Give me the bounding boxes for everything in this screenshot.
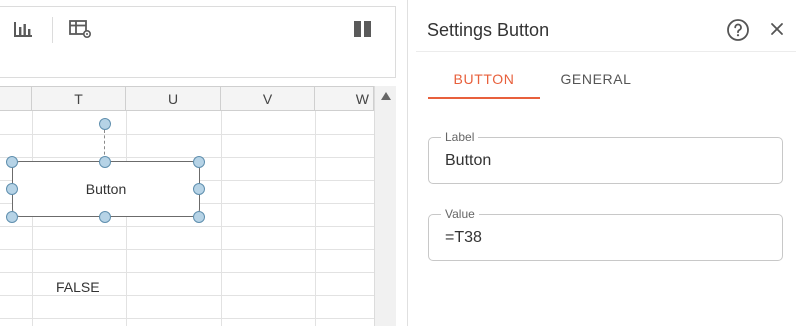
- grid-row-line: [0, 272, 374, 273]
- value-field-legend: Value: [441, 207, 479, 221]
- help-button[interactable]: [726, 18, 750, 42]
- grid-row-line: [0, 134, 374, 135]
- resize-handle-top-right[interactable]: [193, 156, 205, 168]
- scroll-up-arrow[interactable]: [375, 86, 396, 106]
- grid-column-line: [32, 111, 33, 326]
- value-field-value: =T38: [445, 229, 482, 246]
- label-field-legend: Label: [441, 130, 479, 144]
- column-header-s[interactable]: [0, 87, 32, 111]
- rotate-handle[interactable]: [99, 118, 111, 130]
- tab-button[interactable]: BUTTON: [428, 60, 540, 98]
- sheet-toolbar: [0, 6, 396, 52]
- panel-toggle-button[interactable]: [340, 7, 386, 51]
- settings-panel: Settings Button BUTTON GENERAL Label But…: [408, 0, 796, 326]
- active-tab-indicator: [428, 97, 540, 99]
- close-button[interactable]: [766, 18, 788, 40]
- resize-handle-top-left[interactable]: [6, 156, 18, 168]
- help-icon: [727, 19, 749, 41]
- header-divider: [416, 51, 796, 52]
- cell-t38[interactable]: FALSE: [56, 279, 100, 295]
- formula-bar[interactable]: [0, 51, 396, 78]
- table-settings-button[interactable]: [58, 7, 104, 51]
- resize-handle-left[interactable]: [6, 183, 18, 195]
- column-header-w[interactable]: W: [315, 87, 374, 111]
- resize-handle-bottom[interactable]: [99, 211, 111, 223]
- grid-column-line: [221, 111, 222, 326]
- triangle-up-icon: [380, 92, 391, 100]
- spreadsheet-pane: T U V W FALSE Button: [0, 0, 396, 326]
- value-field[interactable]: Value =T38: [428, 207, 783, 261]
- grid-row-line: [0, 157, 374, 158]
- table-settings-icon: [69, 20, 92, 39]
- column-header-v[interactable]: V: [221, 87, 315, 111]
- bar-chart-icon: [14, 22, 32, 37]
- resize-handle-top[interactable]: [99, 156, 111, 168]
- sheet-button-widget[interactable]: Button: [12, 161, 200, 217]
- toolbar-divider: [52, 17, 53, 43]
- grid-column-line: [315, 111, 316, 326]
- column-header-u[interactable]: U: [126, 87, 221, 111]
- panel-title: Settings Button: [427, 20, 550, 40]
- panel-columns-icon: [354, 21, 371, 37]
- label-field[interactable]: Label Button: [428, 130, 783, 184]
- close-icon: [771, 23, 783, 35]
- chart-button[interactable]: [0, 7, 46, 51]
- resize-handle-bottom-right[interactable]: [193, 211, 205, 223]
- grid-column-line: [126, 111, 127, 326]
- column-header-t[interactable]: T: [32, 87, 126, 111]
- resize-handle-bottom-left[interactable]: [6, 211, 18, 223]
- grid-row-line: [0, 318, 374, 319]
- grid-row-line: [0, 249, 374, 250]
- label-field-value: Button: [445, 152, 492, 169]
- tab-general[interactable]: GENERAL: [550, 60, 642, 98]
- grid-row-line: [0, 226, 374, 227]
- vertical-scrollbar[interactable]: [374, 86, 396, 326]
- column-header-row: T U V W: [0, 86, 374, 111]
- resize-handle-right[interactable]: [193, 183, 205, 195]
- grid-row-line: [0, 295, 374, 296]
